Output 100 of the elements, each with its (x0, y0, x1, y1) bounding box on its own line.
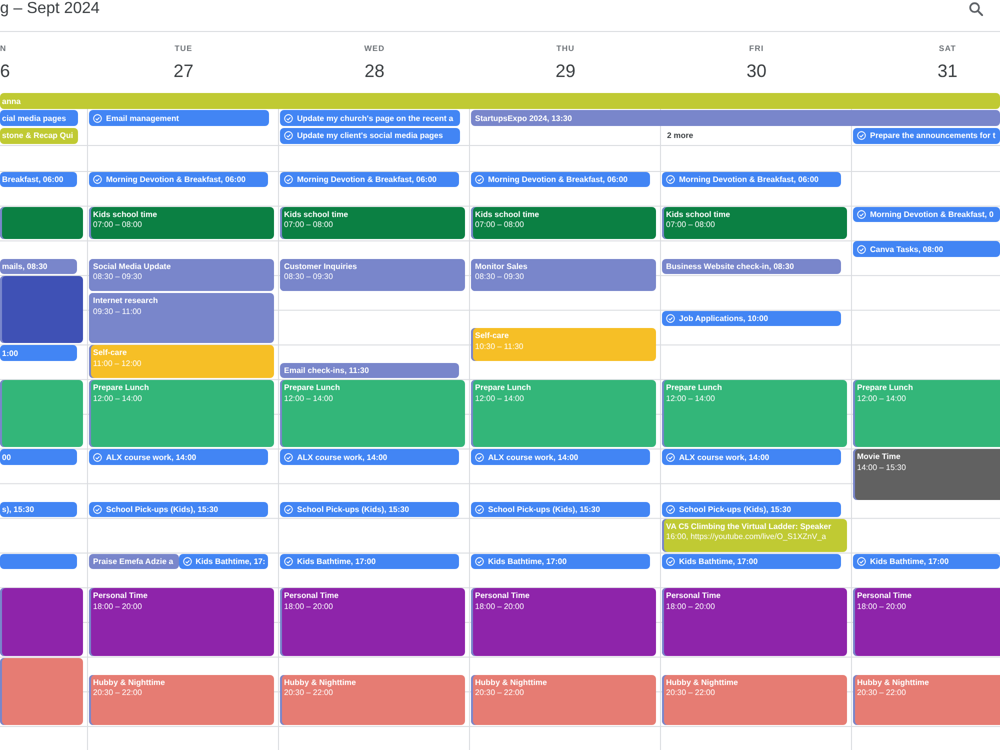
task-chip[interactable]: School Pick-ups (Kids), 15:30 (280, 502, 459, 517)
event-block[interactable]: Internet research 09:30 – 11:00 (89, 293, 274, 344)
event-block[interactable]: Hubby & Nighttime 20:30 – 22:00 (471, 674, 656, 725)
task-chip[interactable]: Prepare the announcements for t (853, 128, 1000, 144)
event-block[interactable]: Hubby & Nighttime 20:30 – 22:00 (89, 674, 274, 725)
event-title: Personal Time (93, 591, 148, 602)
event-time: 09:30 – 11:00 (93, 306, 142, 318)
event-block[interactable]: Prepare Lunch 12:00 – 14:00 (853, 380, 1000, 448)
event-chip[interactable]: Email check-ins, 11:30 (280, 362, 459, 378)
task-chip[interactable]: Email management (89, 110, 269, 126)
task-chip[interactable]: ALX course work, 14:00 (280, 449, 459, 465)
event-chip[interactable]: Breakfast, 06:00 (0, 172, 77, 188)
task-chip[interactable]: ALX course work, 14:00 (662, 449, 841, 465)
event-title: Hubby & Nighttime (857, 678, 929, 688)
event-block[interactable]: VA C5 Climbing the Virtual Ladder: Speaker 16:00, https://youtube.com/live/O_S1XZnV_a (662, 518, 847, 552)
task-chip[interactable]: Morning Devotion & Breakfast, 06:00 (471, 172, 650, 188)
event-block[interactable]: Hubby & Nighttime 20:30 – 22:00 (280, 674, 465, 725)
event-title: Kids school time (93, 210, 158, 220)
event-chip[interactable] (0, 554, 77, 569)
event-block[interactable] (0, 206, 83, 240)
date-number[interactable]: 29 (555, 60, 576, 82)
event-title: Social Media Update (93, 262, 171, 272)
event-block[interactable]: Personal Time 18:00 – 20:00 (89, 588, 274, 656)
event-time: 20:30 – 22:00 (857, 688, 906, 699)
event-chip[interactable]: Praise Emefa Adzie a (89, 554, 178, 569)
event-title: VA C5 Climbing the Virtual Ladder: Speaker (666, 522, 832, 532)
event-block[interactable]: Kids school time 07:00 – 08:00 (280, 206, 465, 240)
event-title: Movie Time (857, 452, 900, 463)
task-chip[interactable]: Morning Devotion & Breakfast, 0 (853, 206, 1000, 222)
event-chip[interactable]: 1:00 (0, 345, 77, 361)
task-chip[interactable]: School Pick-ups (Kids), 15:30 (471, 502, 650, 517)
event-block[interactable]: Personal Time 18:00 – 20:00 (853, 588, 1000, 656)
event-title: Hubby & Nighttime (475, 678, 547, 688)
event-block[interactable]: Movie Time 14:00 – 15:30 (853, 449, 1000, 500)
check-circle-icon (284, 556, 293, 566)
event-time: 14:00 – 15:30 (857, 462, 906, 474)
event-block[interactable] (0, 588, 83, 656)
check-circle-icon (284, 114, 293, 123)
date-number[interactable]: 28 (364, 60, 385, 82)
task-chip[interactable]: School Pick-ups (Kids), 15:30 (662, 502, 841, 517)
event-block[interactable]: Personal Time 18:00 – 20:00 (471, 588, 656, 656)
all-day-event[interactable]: cial media pages (0, 110, 78, 126)
event-time: 18:00 – 20:00 (284, 602, 333, 612)
task-chip[interactable]: Update my church's page on the recent a (280, 110, 460, 126)
task-chip[interactable]: ALX course work, 14:00 (89, 449, 268, 465)
task-chip[interactable]: Kids Bathtime, 17:00 (662, 554, 841, 569)
event-chip[interactable]: 00 (0, 449, 77, 465)
task-chip[interactable]: Kids Bathtime, 17: (178, 554, 268, 569)
task-chip[interactable]: ALX course work, 14:00 (471, 449, 650, 465)
event-block[interactable]: Kids school time 07:00 – 08:00 (89, 206, 274, 240)
event-time: 20:30 – 22:00 (93, 688, 142, 699)
event-block[interactable]: Kids school time 07:00 – 08:00 (471, 206, 656, 240)
event-block[interactable]: Hubby & Nighttime 20:30 – 22:00 (853, 674, 1000, 725)
event-block[interactable]: Prepare Lunch 12:00 – 14:00 (89, 380, 274, 448)
task-chip[interactable]: Kids Bathtime, 17:00 (853, 554, 1000, 569)
task-chip[interactable]: Morning Devotion & Breakfast, 06:00 (280, 172, 459, 188)
all-day-event[interactable]: stone & Recap Qui (0, 128, 78, 144)
event-block[interactable]: Hubby & Nighttime 20:30 – 22:00 (662, 674, 847, 725)
task-chip[interactable]: Kids Bathtime, 17:00 (280, 554, 459, 569)
event-block[interactable]: Social Media Update 08:30 – 09:30 (89, 258, 274, 292)
event-title: Prepare Lunch (93, 383, 150, 394)
event-chip[interactable]: Business Website check-in, 08:30 (662, 258, 841, 274)
event-block[interactable]: Monitor Sales 08:30 – 09:30 (471, 258, 656, 292)
event-time: 07:00 – 08:00 (666, 220, 715, 231)
event-time: 20:30 – 22:00 (475, 688, 524, 699)
task-chip[interactable]: Update my client's social media pages (280, 128, 460, 144)
event-time: 20:30 – 22:00 (284, 688, 333, 699)
check-circle-icon (857, 210, 866, 219)
event-block[interactable]: Customer Inquiries 08:30 – 09:30 (280, 258, 465, 292)
date-number[interactable]: 30 (746, 60, 767, 82)
event-chip[interactable]: mails, 08:30 (0, 258, 77, 274)
task-chip[interactable]: Morning Devotion & Breakfast, 06:00 (89, 172, 268, 188)
task-chip[interactable]: School Pick-ups (Kids), 15:30 (89, 502, 268, 517)
task-chip[interactable]: Job Applications, 10:00 (662, 310, 841, 326)
event-time: 12:00 – 14:00 (284, 394, 333, 404)
task-chip[interactable]: Canva Tasks, 08:00 (853, 241, 1000, 257)
check-circle-icon (666, 452, 675, 462)
date-number[interactable]: 27 (173, 60, 194, 82)
check-circle-icon (284, 131, 293, 140)
event-block[interactable]: Prepare Lunch 12:00 – 14:00 (662, 380, 847, 448)
event-block[interactable]: Prepare Lunch 12:00 – 14:00 (280, 380, 465, 448)
task-chip[interactable]: Kids Bathtime, 17:00 (471, 554, 650, 569)
date-number[interactable]: 31 (937, 60, 958, 82)
event-block[interactable]: Personal Time 18:00 – 20:00 (280, 588, 465, 656)
date-number[interactable]: 6 (0, 60, 10, 82)
event-block[interactable]: Personal Time 18:00 – 20:00 (662, 588, 847, 656)
more-events-link[interactable]: 2 more (662, 128, 842, 144)
event-block[interactable]: Prepare Lunch 12:00 – 14:00 (471, 380, 656, 448)
all-day-event[interactable]: StartupsExpo 2024, 13:30 (471, 110, 1000, 126)
all-day-event[interactable]: anna (0, 93, 1000, 109)
event-title: Hubby & Nighttime (93, 678, 165, 688)
calendar-title: g – Sept 2024 (0, 0, 100, 17)
search-button[interactable] (969, 2, 983, 16)
event-time: 11:00 – 12:00 (93, 358, 142, 370)
event-chip[interactable]: s), 15:30 (0, 502, 77, 517)
check-circle-icon (93, 452, 102, 462)
task-chip[interactable]: Morning Devotion & Breakfast, 06:00 (662, 172, 841, 188)
event-block[interactable] (0, 276, 83, 344)
event-block[interactable]: Kids school time 07:00 – 08:00 (662, 206, 847, 240)
event-title: Kids school time (475, 210, 540, 220)
